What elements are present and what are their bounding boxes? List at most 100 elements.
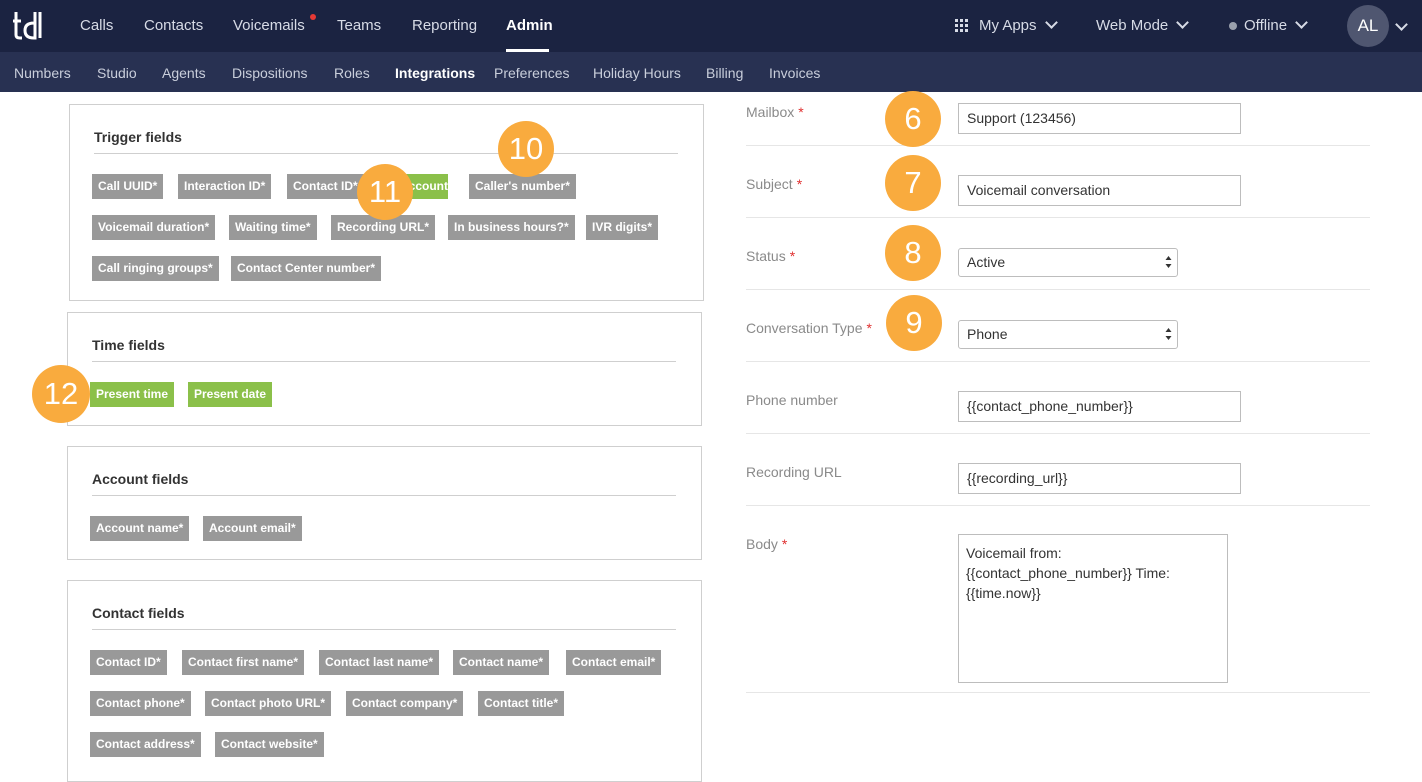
time-fields-panel: [67, 312, 702, 426]
subnav-preferences[interactable]: Preferences: [494, 65, 569, 81]
chevron-down-icon: [1044, 16, 1058, 29]
mailbox-field[interactable]: Support (123456): [958, 103, 1241, 134]
tag-contact-first-name[interactable]: Contact first name*: [182, 650, 305, 675]
tag-contact-address[interactable]: Contact address*: [90, 732, 201, 757]
chevron-down-icon: [1395, 18, 1408, 31]
body-label-text: Body: [746, 536, 778, 552]
body-label: Body *: [746, 536, 787, 552]
nav-calls[interactable]: Calls: [80, 17, 113, 34]
contact-fields-title: Contact fields: [92, 605, 185, 621]
tag-call-ringing-groups[interactable]: Call ringing groups*: [92, 256, 219, 281]
subject-label-text: Subject: [746, 176, 793, 192]
tag-contact-photo-url[interactable]: Contact photo URL*: [205, 691, 331, 716]
status-field-label: Status *: [746, 248, 795, 264]
account-fields-title: Account fields: [92, 471, 189, 487]
subnav-dispositions[interactable]: Dispositions: [232, 65, 307, 81]
tag-contact-name[interactable]: Contact name*: [453, 650, 550, 675]
divider: [746, 505, 1370, 506]
subject-field[interactable]: Voicemail conversation: [958, 175, 1241, 206]
conversation-type-label-text: Conversation Type: [746, 320, 863, 336]
web-mode-menu[interactable]: Web Mode: [1096, 16, 1190, 34]
divider: [746, 145, 1370, 146]
divider: [94, 153, 678, 154]
tag-interaction-id[interactable]: Interaction ID*: [178, 174, 272, 199]
step-marker-12: 12: [32, 365, 90, 423]
my-apps-menu[interactable]: My Apps: [979, 16, 1058, 34]
step-marker-6: 6: [885, 91, 941, 147]
tag-contact-website[interactable]: Contact website*: [215, 732, 324, 757]
required-mark: *: [796, 176, 803, 192]
tag-waiting-time[interactable]: Waiting time*: [229, 215, 317, 240]
nav-voicemails[interactable]: Voicemails: [233, 17, 305, 34]
divider: [746, 692, 1370, 693]
nav-teams[interactable]: Teams: [337, 17, 381, 34]
subnav-roles[interactable]: Roles: [334, 65, 370, 81]
avatar-menu-toggle[interactable]: [1395, 18, 1408, 36]
subject-label: Subject *: [746, 176, 802, 192]
required-mark: *: [798, 104, 804, 120]
tag-contact-center-number[interactable]: Contact Center number*: [231, 256, 382, 281]
body-textarea[interactable]: Voicemail from: {{contact_phone_number}}…: [958, 534, 1228, 683]
step-marker-10: 10: [498, 121, 554, 177]
phone-number-field[interactable]: {{contact_phone_number}}: [958, 391, 1241, 422]
chevron-down-icon: [1295, 16, 1308, 29]
tag-in-business-hours[interactable]: In business hours?*: [448, 215, 575, 240]
trigger-fields-title: Trigger fields: [94, 129, 182, 145]
time-fields-title: Time fields: [92, 337, 165, 353]
select-arrows-icon: [1165, 328, 1172, 340]
nav-contacts[interactable]: Contacts: [144, 17, 203, 34]
required-mark: *: [789, 248, 796, 264]
top-nav-bar: [0, 0, 1422, 52]
offline-status-dot: [1229, 22, 1237, 30]
subnav-studio[interactable]: Studio: [97, 65, 137, 81]
divider: [746, 289, 1370, 290]
status-label: Offline: [1244, 17, 1288, 34]
step-marker-8: 8: [885, 225, 941, 281]
voicemail-notification-dot: [310, 14, 316, 20]
chevron-down-icon: [1176, 16, 1190, 29]
status-select[interactable]: Active: [958, 248, 1178, 277]
tag-callers-number[interactable]: Caller's number*: [469, 174, 576, 199]
user-avatar[interactable]: AL: [1347, 5, 1389, 47]
divider: [746, 433, 1370, 434]
subnav-agents[interactable]: Agents: [162, 65, 206, 81]
nav-admin[interactable]: Admin: [506, 17, 553, 34]
conversation-type-value: Phone: [967, 326, 1008, 342]
tag-contact-id[interactable]: Contact ID*: [90, 650, 167, 675]
tag-voicemail-duration[interactable]: Voicemail duration*: [92, 215, 216, 240]
step-marker-9: 9: [886, 295, 942, 351]
tag-contact-title[interactable]: Contact title*: [478, 691, 565, 716]
tag-contact-last-name[interactable]: Contact last name*: [319, 650, 440, 675]
tag-present-date[interactable]: Present date: [188, 382, 273, 407]
subnav-billing[interactable]: Billing: [706, 65, 743, 81]
tag-account-name[interactable]: Account name*: [90, 516, 190, 541]
subnav-invoices[interactable]: Invoices: [769, 65, 820, 81]
tag-contact-phone[interactable]: Contact phone*: [90, 691, 191, 716]
subnav-integrations[interactable]: Integrations: [395, 65, 475, 81]
mailbox-label-text: Mailbox: [746, 104, 795, 120]
divider: [92, 361, 676, 362]
conversation-type-select[interactable]: Phone: [958, 320, 1178, 349]
step-marker-11: 11: [357, 164, 413, 220]
mailbox-label: Mailbox *: [746, 104, 804, 120]
tag-present-time[interactable]: Present time: [90, 382, 175, 407]
subnav-holiday-hours[interactable]: Holiday Hours: [593, 65, 681, 81]
divider: [746, 361, 1370, 362]
tag-ivr-digits[interactable]: IVR digits*: [586, 215, 659, 240]
required-mark: *: [866, 320, 872, 336]
account-fields-panel: [67, 446, 702, 560]
tag-contact-company[interactable]: Contact company*: [346, 691, 464, 716]
nav-reporting[interactable]: Reporting: [412, 17, 477, 34]
recording-url-field[interactable]: {{recording_url}}: [958, 463, 1241, 494]
divider: [746, 217, 1370, 218]
tag-contact-email[interactable]: Contact email*: [566, 650, 662, 675]
tag-account-email[interactable]: Account email*: [203, 516, 302, 541]
select-arrows-icon: [1165, 256, 1172, 268]
status-menu[interactable]: Offline: [1244, 16, 1308, 34]
subnav-numbers[interactable]: Numbers: [14, 65, 71, 81]
tdl-logo[interactable]: [12, 8, 44, 42]
tag-contact-id[interactable]: Contact ID*: [287, 174, 364, 199]
tag-call-uuid[interactable]: Call UUID*: [92, 174, 164, 199]
recording-url-label: Recording URL: [746, 464, 842, 480]
divider: [92, 629, 676, 630]
